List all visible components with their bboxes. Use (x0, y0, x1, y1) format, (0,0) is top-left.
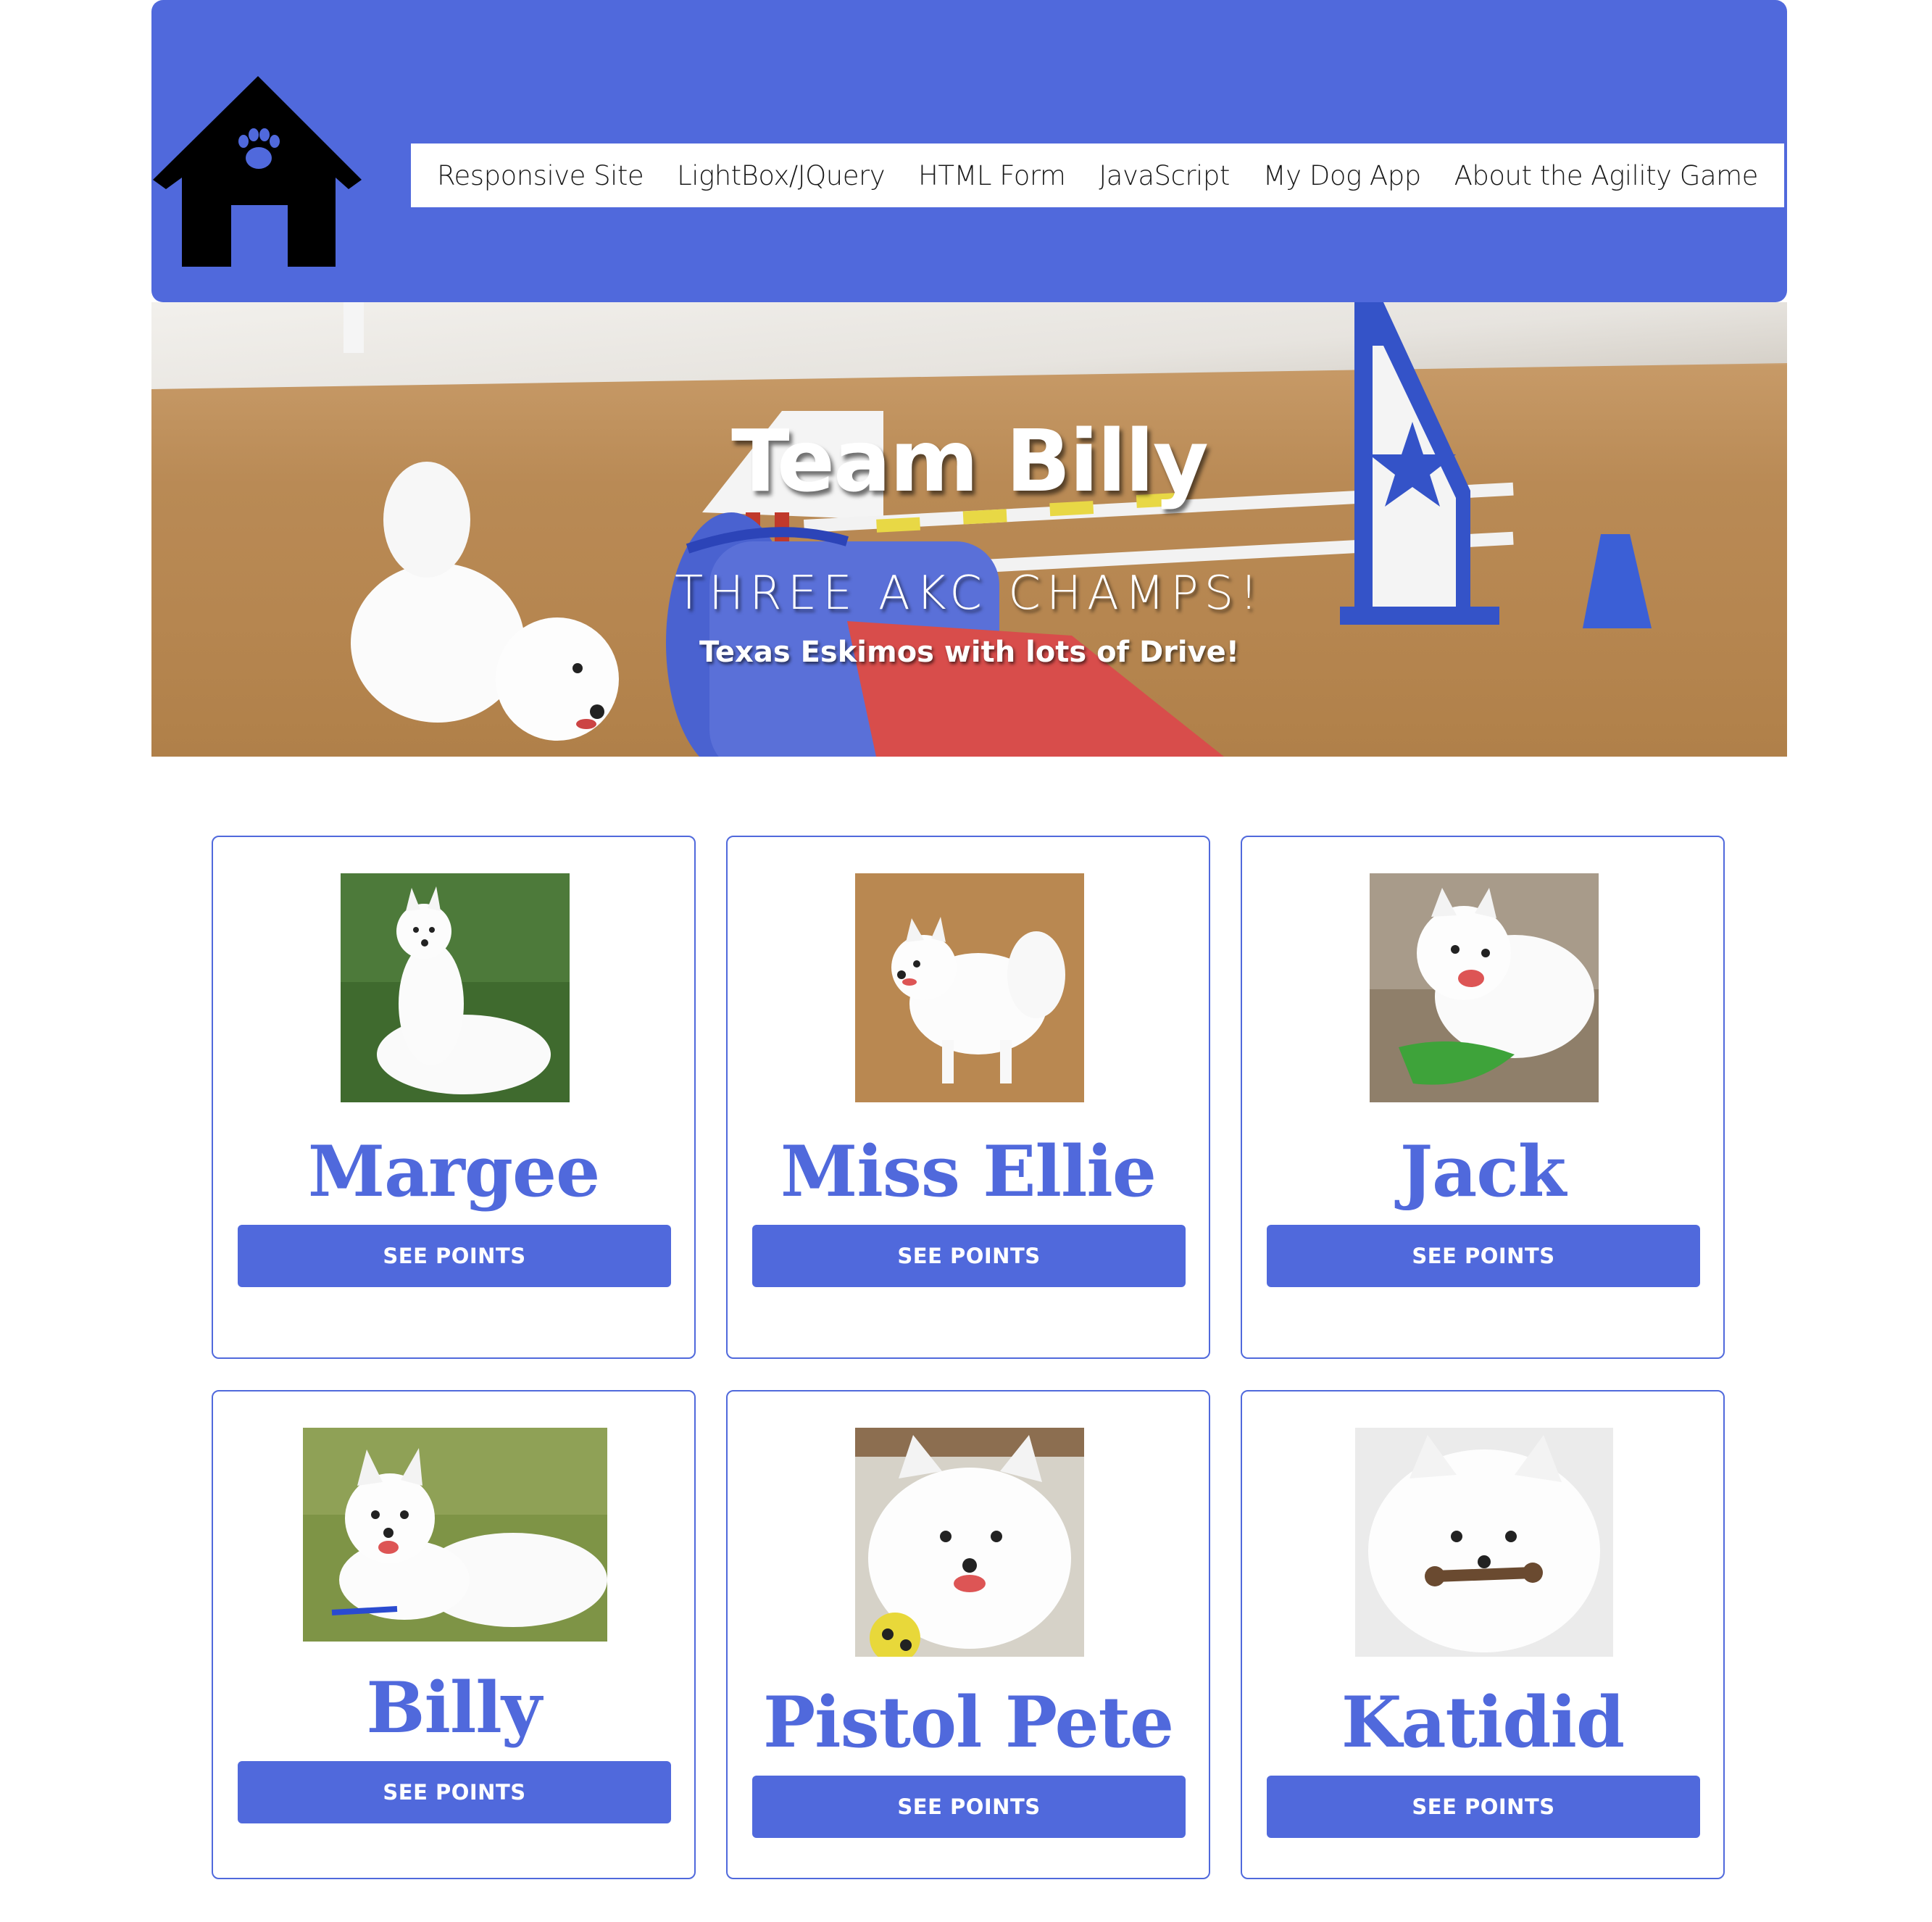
see-points-button-miss-ellie[interactable]: SEE POINTS (752, 1225, 1186, 1287)
see-points-button-jack[interactable]: SEE POINTS (1267, 1225, 1700, 1287)
nav-html-form[interactable]: HTML Form (918, 160, 1066, 191)
hero-tagline: Texas Eskimos with lots of Drive! (699, 636, 1240, 669)
dog-name: Jack (1399, 1131, 1567, 1212)
dog-card-pistol-pete: Pistol Pete SEE POINTS (726, 1390, 1210, 1879)
see-points-button-katidid[interactable]: SEE POINTS (1267, 1776, 1700, 1838)
hero-agility-scene (343, 302, 1652, 757)
dog-card-jack: Jack SEE POINTS (1241, 836, 1725, 1359)
main-nav: Responsive Site LightBox/JQuery HTML For… (411, 143, 1784, 207)
dog-card-miss-ellie: Miss Ellie SEE POINTS (726, 836, 1210, 1359)
dog-name: Billy (366, 1667, 541, 1749)
hero-subtitle: THREE AKC CHAMPS! (675, 567, 1264, 620)
see-points-button-margee[interactable]: SEE POINTS (238, 1225, 671, 1287)
dog-card-margee: Margee SEE POINTS (212, 836, 696, 1359)
dog-name: Margee (307, 1131, 600, 1212)
see-points-button-billy[interactable]: SEE POINTS (238, 1761, 671, 1823)
dog-photo-katidid[interactable] (1355, 1428, 1613, 1657)
dog-name: Pistol Pete (762, 1681, 1174, 1763)
dog-name: Miss Ellie (780, 1131, 1157, 1212)
doghouse-paw-icon[interactable] (151, 75, 365, 270)
nav-lightbox-jquery[interactable]: LightBox/JQuery (677, 160, 886, 191)
dog-photo-pistol-pete[interactable] (855, 1428, 1084, 1657)
dog-photo-jack[interactable] (1370, 873, 1599, 1102)
hero-title: Team Billy (731, 411, 1209, 511)
dog-photo-miss-ellie[interactable] (855, 873, 1084, 1102)
dog-card-billy: Billy SEE POINTS (212, 1390, 696, 1879)
nav-my-dog-app[interactable]: My Dog App (1263, 160, 1421, 191)
dog-card-katidid: Katidid SEE POINTS (1241, 1390, 1725, 1879)
nav-about-agility-game[interactable]: About the Agility Game (1454, 160, 1759, 191)
page: Responsive Site LightBox/JQuery HTML For… (0, 0, 1932, 1922)
dog-name: Katidid (1341, 1681, 1625, 1763)
see-points-button-pistol-pete[interactable]: SEE POINTS (752, 1776, 1186, 1838)
nav-javascript[interactable]: JavaScript (1099, 160, 1230, 191)
nav-responsive-site[interactable]: Responsive Site (437, 160, 644, 191)
site-header: Responsive Site LightBox/JQuery HTML For… (151, 0, 1787, 302)
dog-photo-margee[interactable] (341, 873, 570, 1102)
hero-banner: Team Billy THREE AKC CHAMPS! Texas Eskim… (151, 302, 1787, 757)
dog-photo-billy[interactable] (303, 1428, 607, 1642)
